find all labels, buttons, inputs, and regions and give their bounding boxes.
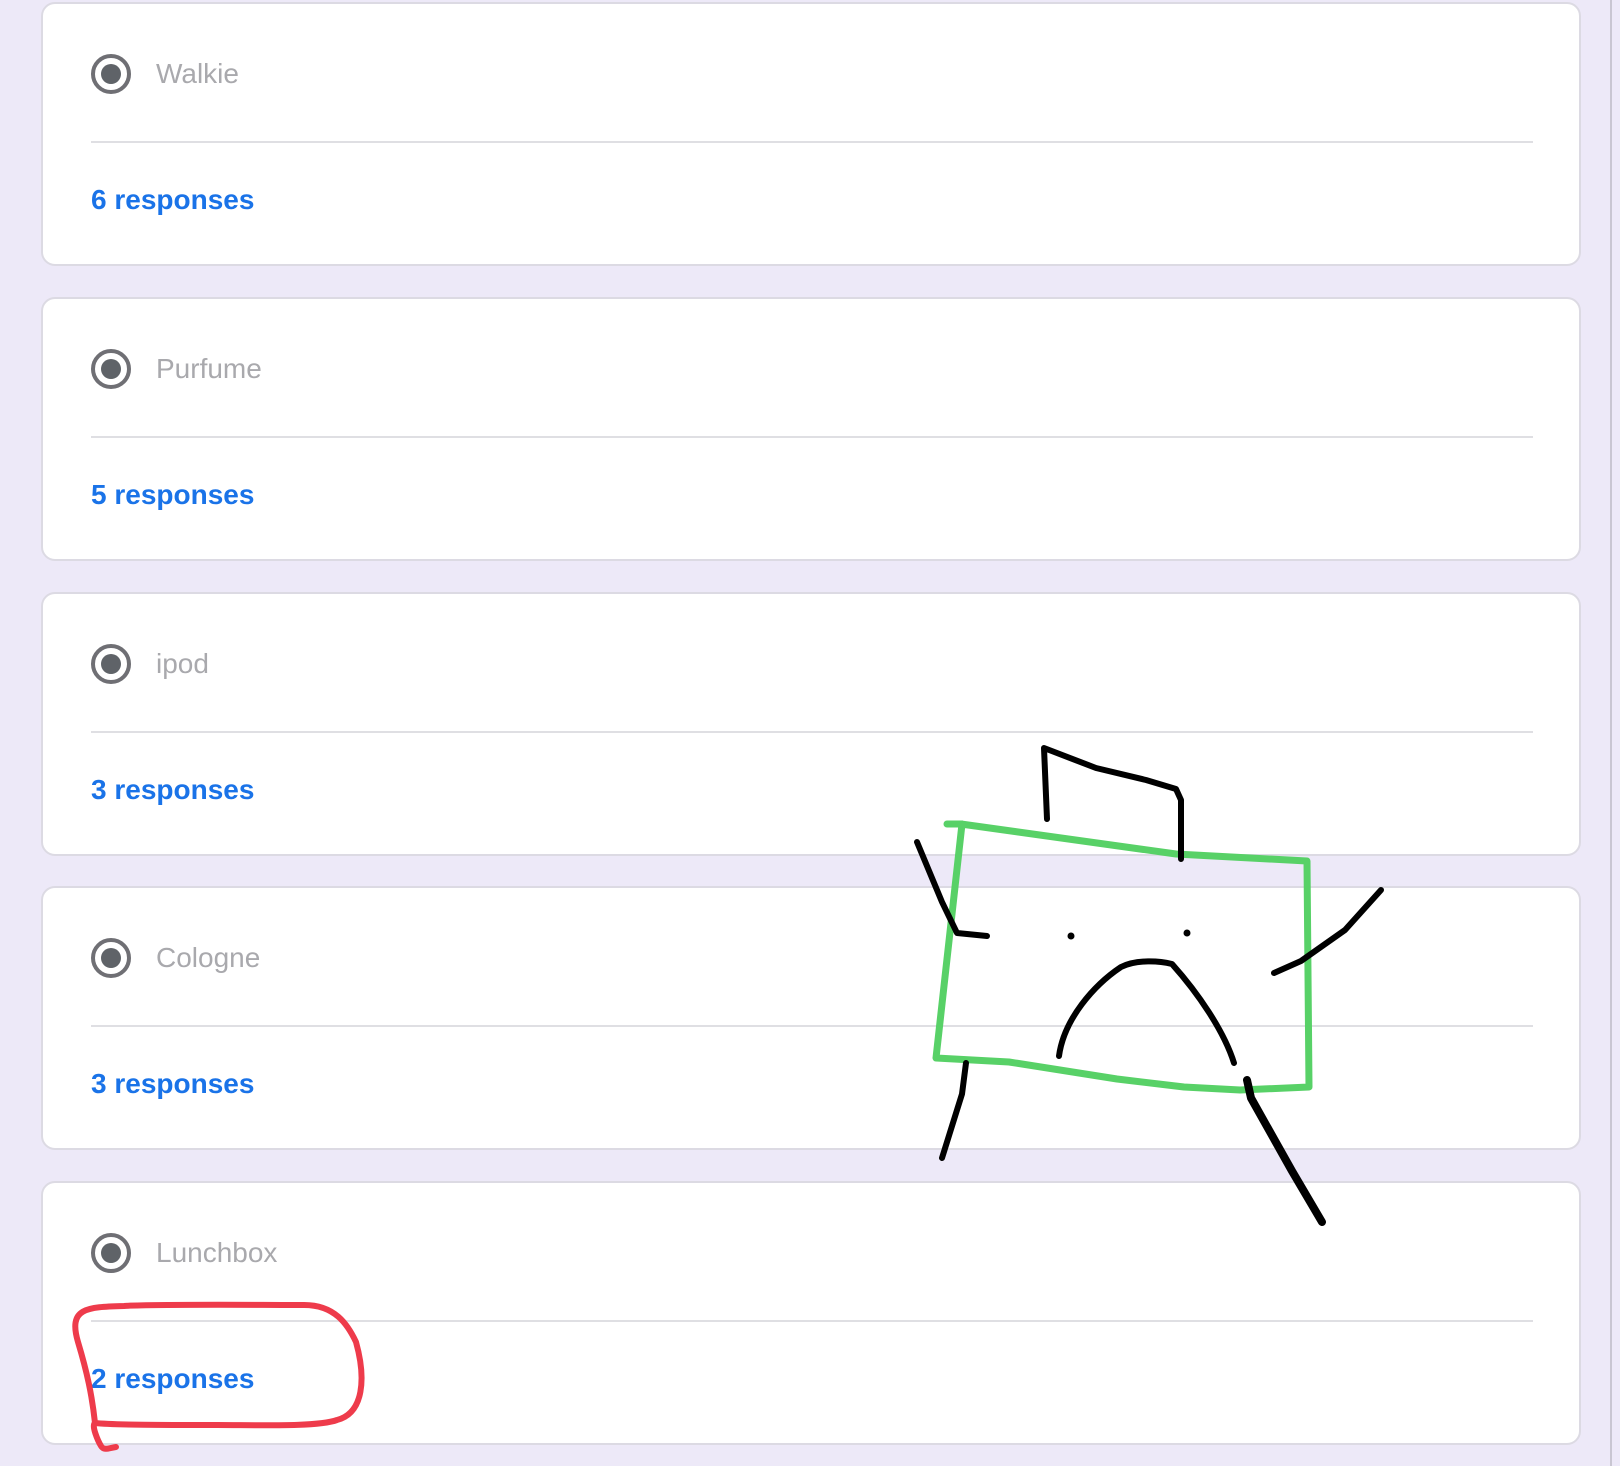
selected-radio-icon bbox=[91, 349, 131, 389]
option-card-cologne: Cologne 3 responses bbox=[41, 886, 1581, 1150]
selected-radio-icon bbox=[91, 1233, 131, 1273]
card-divider bbox=[91, 1320, 1533, 1322]
option-label: ipod bbox=[156, 648, 209, 679]
selected-radio-icon bbox=[91, 54, 131, 94]
responses-link[interactable]: 6 responses bbox=[91, 182, 254, 218]
option-label: Cologne bbox=[156, 942, 261, 973]
responses-link[interactable]: 5 responses bbox=[91, 477, 254, 513]
option-label: Walkie bbox=[156, 58, 239, 89]
responses-link[interactable]: 3 responses bbox=[91, 772, 254, 808]
option-label: Purfume bbox=[156, 353, 262, 384]
scrollbar-track[interactable] bbox=[1606, 0, 1620, 1466]
option-label: Lunchbox bbox=[156, 1237, 278, 1268]
responses-link[interactable]: 2 responses bbox=[91, 1361, 254, 1397]
selected-radio-icon bbox=[91, 644, 131, 684]
option-card-purfume: Purfume 5 responses bbox=[41, 297, 1581, 561]
scrollbar-line bbox=[1610, 0, 1612, 1466]
card-divider bbox=[91, 436, 1533, 438]
selected-radio-icon bbox=[91, 938, 131, 978]
option-card-lunchbox: Lunchbox 2 responses bbox=[41, 1181, 1581, 1445]
card-divider bbox=[91, 141, 1533, 143]
option-card-ipod: ipod 3 responses bbox=[41, 592, 1581, 856]
card-divider bbox=[91, 1025, 1533, 1027]
responses-link[interactable]: 3 responses bbox=[91, 1066, 254, 1102]
option-card-walkie: Walkie 6 responses bbox=[41, 2, 1581, 266]
card-divider bbox=[91, 731, 1533, 733]
response-cards: Walkie 6 responses Purfume 5 responses i… bbox=[0, 0, 1620, 1466]
